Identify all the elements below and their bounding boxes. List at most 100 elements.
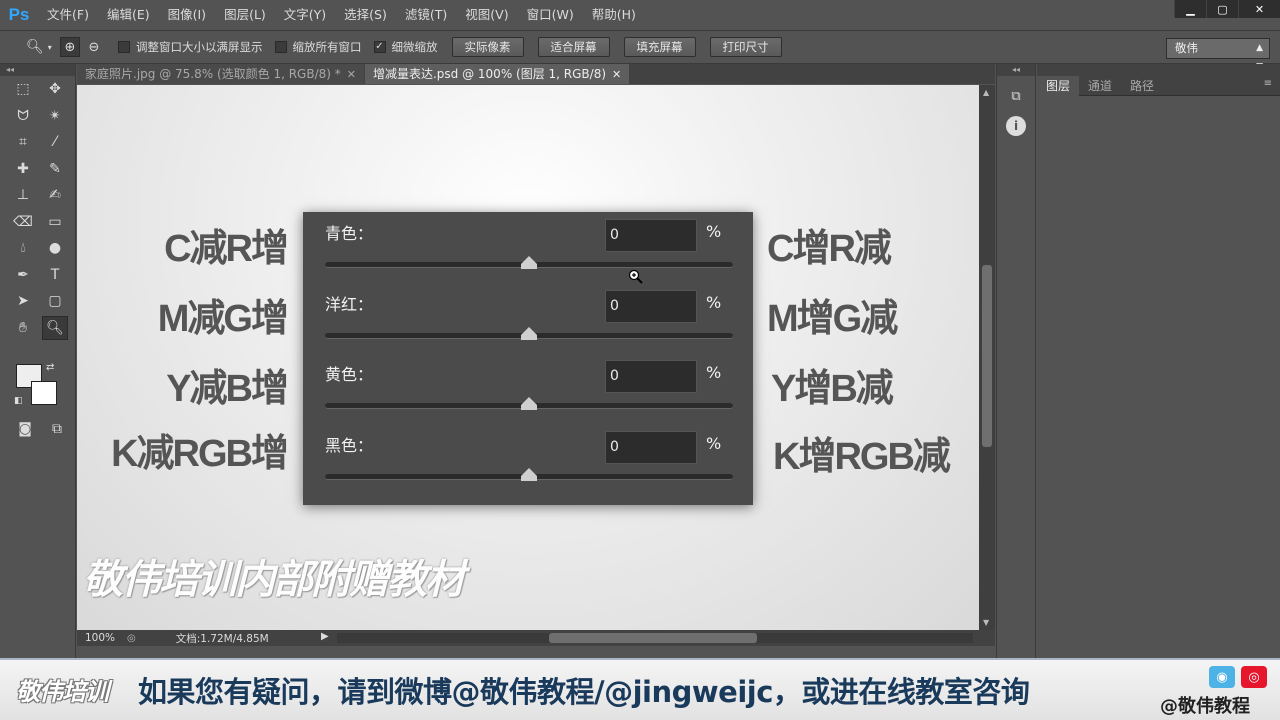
tab-layers[interactable]: 图层 (1037, 75, 1080, 96)
vertical-scroll-thumb[interactable] (982, 265, 992, 447)
healing-brush-tool-icon[interactable]: ✚ (10, 157, 36, 181)
close-button[interactable]: ✕ (1238, 0, 1280, 18)
actual-pixels-button[interactable]: 实际像素 (451, 37, 524, 57)
history-panel-icon[interactable]: ⧉ (1006, 86, 1026, 106)
percent-unit: % (706, 434, 722, 453)
document-canvas[interactable]: C减R增 M减G增 Y减B增 K减RGB增 C增R减 M增G减 Y增B减 K增R… (77, 85, 979, 630)
fit-screen-button[interactable]: 适合屏幕 (537, 37, 610, 57)
checkbox-box-checked[interactable]: ✓ (373, 41, 386, 53)
dodge-tool-icon[interactable]: ● (42, 236, 68, 260)
tab-family-photo[interactable]: 家庭照片.jpg @ 75.8% (选取颜色 1, RGB/8) * ✕ (77, 64, 364, 84)
checkbox-resize-windows[interactable]: 调整窗口大小以满屏显示 (118, 39, 263, 55)
horizontal-scrollbar[interactable] (337, 633, 973, 643)
menu-layer[interactable]: 图层(L) (215, 0, 275, 30)
workspace-value: 敬伟 (1175, 41, 1198, 55)
quick-mask-icon[interactable]: ◙ (12, 417, 38, 441)
info-icon[interactable]: i (1006, 116, 1026, 136)
fill-screen-button[interactable]: 填充屏幕 (623, 37, 696, 57)
checkbox-zoom-all-windows[interactable]: 缩放所有窗口 (274, 39, 362, 55)
zoom-level[interactable]: 100% (77, 632, 123, 644)
type-tool-icon[interactable]: T (42, 263, 68, 287)
lasso-tool-icon[interactable]: ᗢ (10, 104, 36, 128)
menu-bar: Ps 文件(F) 编辑(E) 图像(I) 图层(L) 文字(Y) 选择(S) 滤… (0, 0, 1280, 30)
options-bar: 🔍︎ ▾ ⊕ ⊖ 调整窗口大小以满屏显示 缩放所有窗口 ✓ 细微缩放 实际像素 适… (0, 30, 1280, 72)
swap-colors-icon[interactable]: ⇄ (46, 362, 54, 373)
minimize-button[interactable]: ▁ (1174, 0, 1206, 18)
menu-edit[interactable]: 编辑(E) (98, 0, 159, 30)
marquee-tool-icon[interactable]: ⬚ (10, 77, 36, 101)
checkbox-scrubby-zoom[interactable]: ✓ 细微缩放 (373, 39, 438, 55)
eraser-tool-icon[interactable]: ⌫ (10, 210, 36, 234)
menu-filter[interactable]: 滤镜(T) (396, 0, 456, 30)
pen-tool-icon[interactable]: ✒ (10, 263, 36, 287)
checkbox-box[interactable] (118, 41, 130, 53)
blur-tool-icon[interactable]: 💧︎ (10, 236, 36, 260)
slider-label: 青色： (325, 224, 374, 243)
zoom-in-icon[interactable]: ⊕ (60, 37, 80, 57)
slider-label: 洋红： (325, 295, 374, 314)
close-icon[interactable]: ✕ (612, 68, 621, 81)
panel-collapse-handle[interactable] (1037, 64, 1280, 76)
scroll-down-icon[interactable]: ▼ (983, 618, 989, 627)
horizontal-scroll-thumb[interactable] (549, 633, 757, 643)
slider-thumb[interactable] (521, 327, 537, 340)
dock-collapse-handle[interactable]: ◂◂ (997, 64, 1035, 76)
crop-tool-icon[interactable]: ⌗ (10, 130, 36, 154)
default-colors-icon[interactable]: ◧ (14, 396, 23, 406)
menu-image[interactable]: 图像(I) (159, 0, 215, 30)
background-color-swatch[interactable] (31, 381, 57, 405)
tab-increase-decrease[interactable]: 增减量表达.psd @ 100% (图层 1, RGB/8) ✕ (364, 64, 630, 84)
workspace-select[interactable]: 敬伟 ▲▼ (1166, 38, 1270, 72)
zoom-tool-icon[interactable]: 🔍︎ (42, 315, 68, 340)
status-menu-arrow-icon[interactable]: ▶ (321, 631, 329, 642)
cyan-value-input[interactable]: 0 (605, 219, 697, 252)
path-selection-tool-icon[interactable]: ➤ (10, 289, 36, 313)
panel-menu-icon[interactable]: ≡ (1264, 78, 1272, 89)
chevron-down-icon: ▾ (47, 42, 52, 52)
print-size-button[interactable]: 打印尺寸 (709, 37, 782, 57)
zoom-out-icon[interactable]: ⊖ (84, 37, 104, 57)
slider-thumb[interactable] (521, 397, 537, 410)
tab-channels[interactable]: 通道 (1079, 76, 1121, 96)
yellow-slider-group: 黄色： 0 % (303, 353, 753, 423)
close-icon[interactable]: ✕ (347, 68, 356, 81)
menu-select[interactable]: 选择(S) (335, 0, 396, 30)
panel-collapse-handle[interactable]: ◂◂ (0, 64, 75, 76)
clone-stamp-tool-icon[interactable]: ⊥ (10, 183, 36, 207)
social-icons: ◉ ◎ (1209, 666, 1273, 688)
magic-wand-tool-icon[interactable]: ✴ (42, 104, 68, 128)
document-info: 文档:1.72M/4.85M (175, 632, 269, 645)
history-brush-tool-icon[interactable]: ✍ (42, 183, 68, 207)
tutorial-banner: 敬伟培训 如果您有疑问，请到微博@敬伟教程/@jingweijc，或进在线教室咨… (0, 658, 1280, 720)
hand-tool-icon[interactable]: ✋︎ (10, 316, 36, 340)
menu-view[interactable]: 视图(V) (456, 0, 517, 30)
checkbox-box[interactable] (274, 41, 287, 53)
screen-mode-icon[interactable]: ⧉ (44, 417, 70, 441)
menu-help[interactable]: 帮助(H) (583, 0, 645, 30)
rectangle-tool-icon[interactable]: ▢ (42, 289, 68, 313)
zoom-tool-preset-picker[interactable]: 🔍︎ ▾ (0, 39, 58, 55)
tab-paths[interactable]: 路径 (1121, 76, 1163, 96)
yellow-value-input[interactable]: 0 (605, 360, 697, 393)
scroll-up-icon[interactable]: ▲ (983, 88, 989, 97)
move-tool-icon[interactable]: ✥ (42, 77, 68, 101)
menu-window[interactable]: 窗口(W) (518, 0, 583, 30)
menu-file[interactable]: 文件(F) (38, 0, 98, 30)
status-icon[interactable]: ◎ (127, 633, 136, 644)
vertical-scrollbar[interactable]: ▲ ▼ (979, 85, 995, 630)
magenta-value-input[interactable]: 0 (605, 290, 697, 323)
menu-type[interactable]: 文字(Y) (275, 0, 335, 30)
gradient-tool-icon[interactable]: ▭ (42, 210, 68, 234)
restore-button[interactable]: ▢ (1206, 0, 1238, 18)
left-label-y: Y减B增 (166, 368, 289, 410)
ps-logo: Ps (8, 5, 30, 24)
slider-thumb[interactable] (521, 468, 537, 481)
slider-thumb[interactable] (521, 256, 537, 269)
eyedropper-tool-icon[interactable]: ⁄ (42, 130, 68, 154)
canvas-area: C减R增 M减G增 Y减B增 K减RGB增 C增R减 M增G减 Y增B减 K增R… (77, 85, 979, 630)
brush-tool-icon[interactable]: ✎ (42, 157, 68, 181)
black-value-input[interactable]: 0 (605, 431, 697, 464)
selective-color-sliders: 青色： 0 % 洋红： 0 % 黄色： 0 % 黑色： 0 % (303, 212, 753, 505)
right-label-c: C增R减 (767, 228, 892, 270)
magenta-slider-group: 洋红： 0 % (303, 283, 753, 353)
